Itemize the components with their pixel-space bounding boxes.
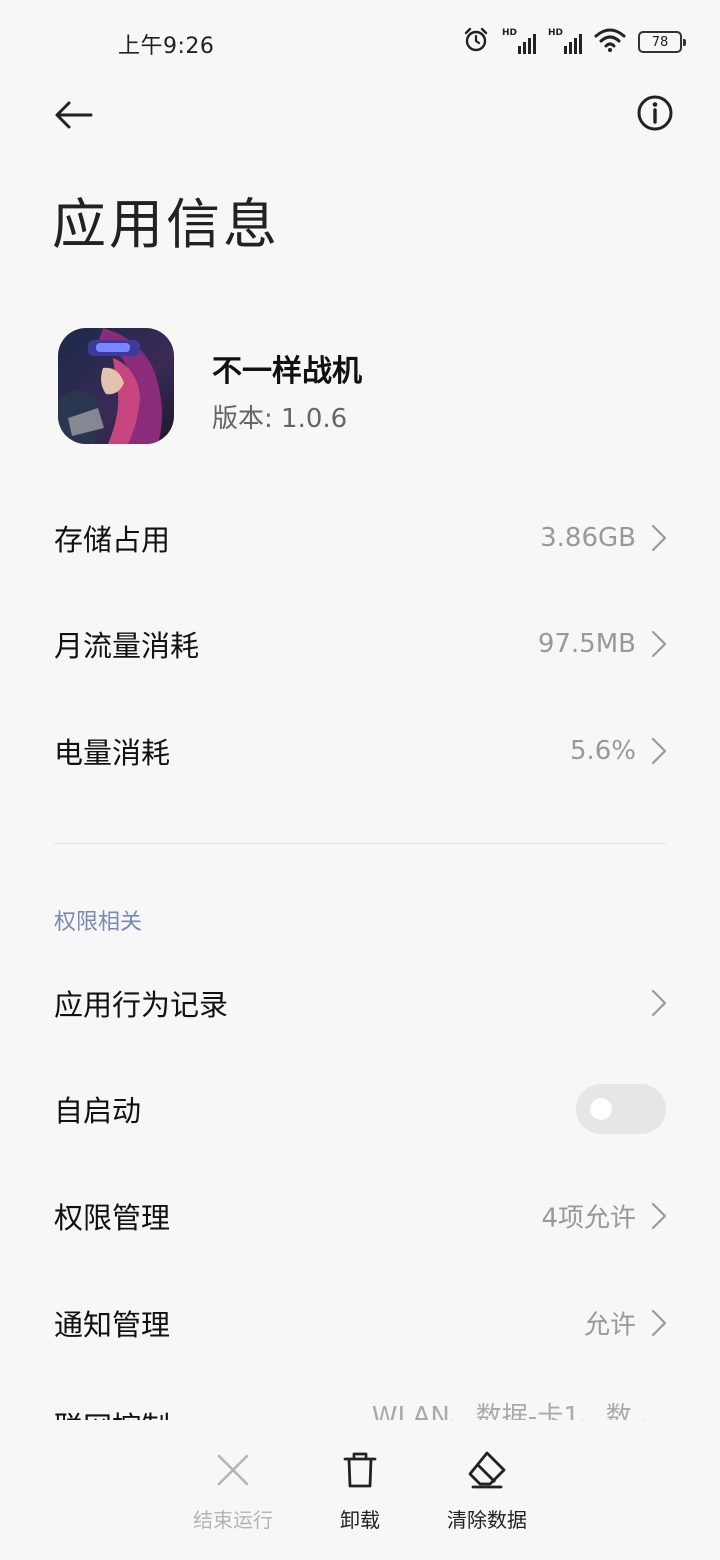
permissions-section-title: 权限相关 — [54, 910, 143, 935]
autostart-label: 自启动 — [54, 1094, 142, 1128]
clear-data-label: 清除数据 — [447, 1508, 527, 1532]
uninstall-button[interactable]: 卸载 — [300, 1450, 420, 1533]
close-icon — [213, 1450, 253, 1490]
storage-row[interactable]: 存储占用 3.86GB — [0, 493, 720, 583]
info-icon — [637, 95, 673, 131]
status-time: 上午9:26 — [118, 34, 215, 59]
chevron-right-icon — [651, 989, 667, 1017]
alarm-icon — [462, 26, 490, 58]
force-stop-button[interactable]: 结束运行 — [173, 1450, 293, 1533]
autostart-row: 自启动 — [0, 1064, 720, 1154]
storage-value: 3.86GB — [540, 523, 636, 553]
notification-management-value: 允许 — [583, 1310, 636, 1341]
eraser-icon — [467, 1450, 507, 1490]
chevron-right-icon — [651, 1309, 667, 1337]
notification-management-label: 通知管理 — [54, 1308, 171, 1342]
back-arrow-icon — [55, 101, 93, 129]
page-title: 应用信息 — [52, 193, 280, 256]
status-icons: HD HD 78 — [462, 26, 686, 58]
autostart-toggle[interactable] — [576, 1084, 666, 1134]
app-behavior-record-row[interactable]: 应用行为记录 — [0, 958, 720, 1048]
network-control-row[interactable]: 联网控制 WLAN、数据-卡1、数 、 — [0, 1390, 720, 1420]
wifi-icon — [594, 27, 626, 57]
uninstall-label: 卸载 — [340, 1508, 380, 1532]
divider — [54, 843, 666, 844]
trash-icon — [340, 1450, 380, 1490]
status-bar: 上午9:26 HD HD 78 — [0, 0, 720, 84]
data-usage-label: 月流量消耗 — [54, 629, 200, 663]
chevron-right-icon — [651, 737, 667, 765]
cellular-signal-2-icon: HD — [548, 28, 582, 56]
notification-management-row[interactable]: 通知管理 允许 — [0, 1278, 720, 1368]
chevron-right-icon — [651, 1202, 667, 1230]
permission-management-value: 4项允许 — [541, 1203, 636, 1234]
battery-usage-value: 5.6% — [569, 736, 636, 766]
chevron-right-icon — [651, 524, 667, 552]
chevron-right-icon — [651, 630, 667, 658]
battery-usage-row[interactable]: 电量消耗 5.6% — [0, 706, 720, 796]
data-usage-value: 97.5MB — [537, 629, 636, 659]
battery-level: 78 — [651, 34, 669, 50]
bottom-action-bar: 结束运行 卸载 清除数据 — [0, 1420, 720, 1560]
app-name: 不一样战机 — [212, 354, 362, 389]
clear-data-button[interactable]: 清除数据 — [427, 1450, 547, 1533]
app-icon — [58, 328, 174, 444]
info-button[interactable] — [630, 88, 680, 138]
storage-label: 存储占用 — [54, 523, 171, 557]
permission-management-label: 权限管理 — [54, 1201, 171, 1235]
data-usage-row[interactable]: 月流量消耗 97.5MB — [0, 599, 720, 689]
app-behavior-record-label: 应用行为记录 — [54, 988, 229, 1022]
force-stop-label: 结束运行 — [193, 1508, 273, 1532]
battery-usage-label: 电量消耗 — [54, 736, 171, 770]
permission-management-row[interactable]: 权限管理 4项允许 — [0, 1171, 720, 1261]
back-button[interactable] — [46, 88, 100, 142]
app-version: 版本: 1.0.6 — [212, 404, 348, 434]
network-control-value: WLAN、数据-卡1、数 、 — [371, 1402, 666, 1420]
cellular-signal-1-icon: HD — [502, 28, 536, 56]
network-control-label: 联网控制 — [54, 1404, 170, 1420]
battery-icon: 78 — [638, 31, 686, 53]
